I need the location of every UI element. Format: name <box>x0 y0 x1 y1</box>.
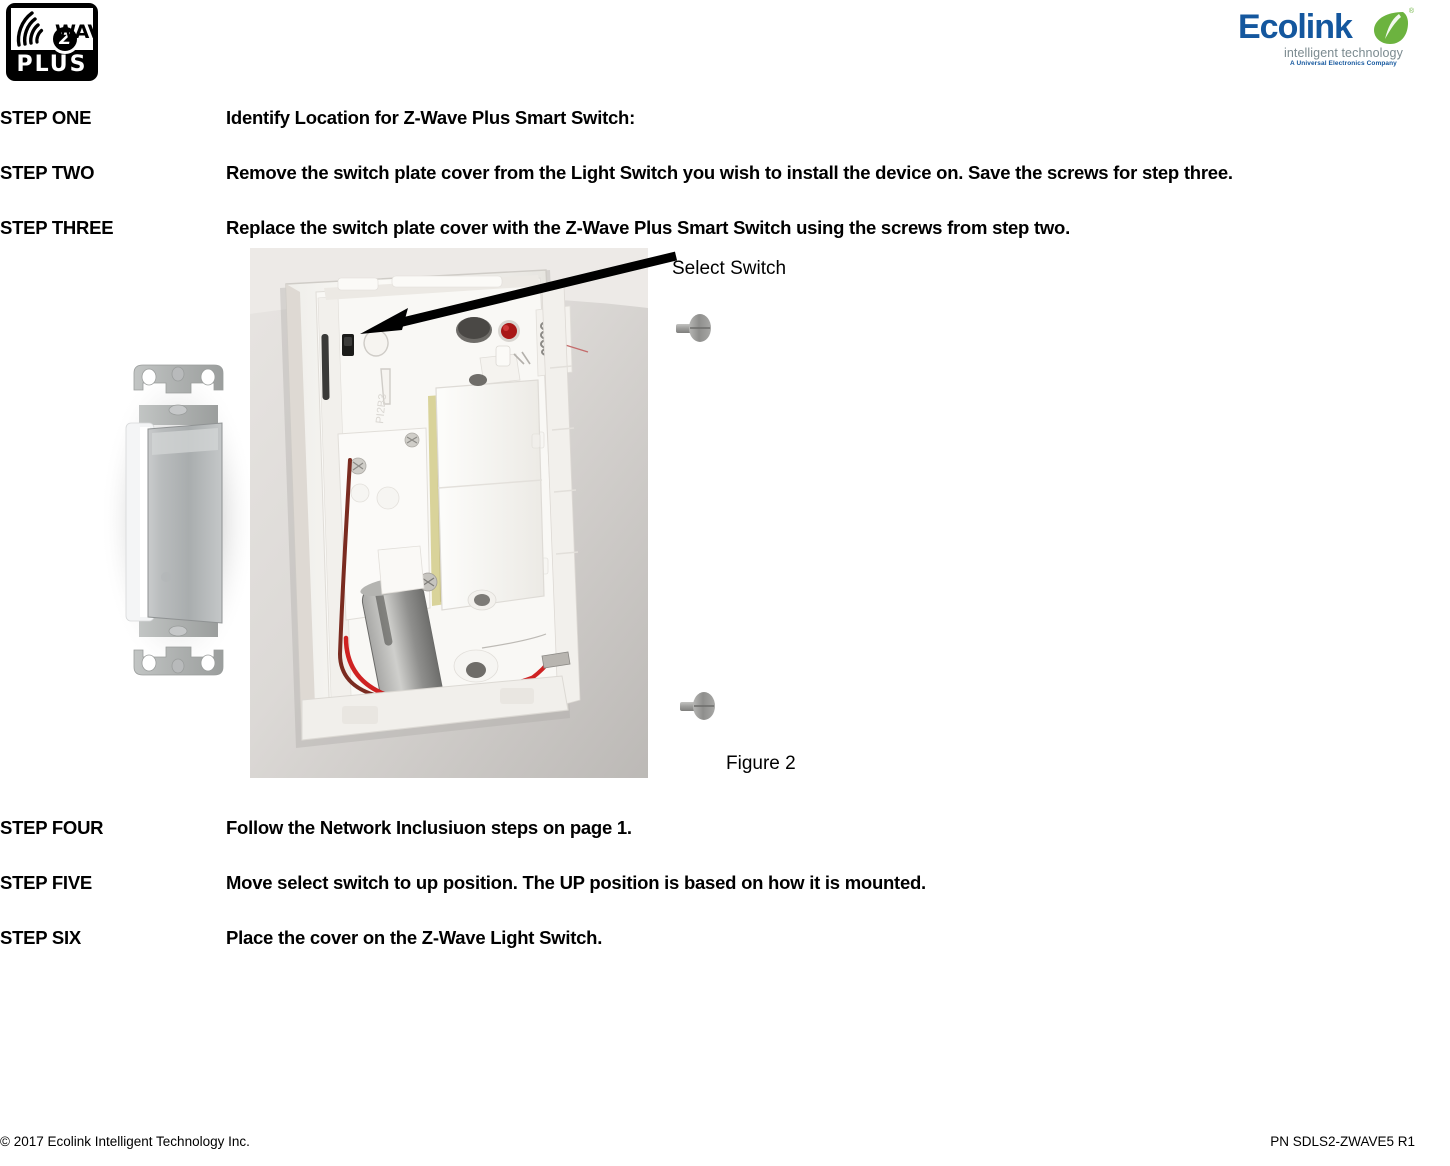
ecolink-logo: Ecolink ® intelligent technology A Unive… <box>1238 6 1414 68</box>
figure-caption: Figure 2 <box>726 753 796 774</box>
copyright-text: © 2017 Ecolink Intelligent Technology In… <box>0 1134 250 1149</box>
ecolink-tagline: intelligent technology <box>1284 46 1403 60</box>
zwave-wave-text: WAVE <box>55 21 98 43</box>
green-leaf-icon <box>1374 12 1408 44</box>
ecolink-subline: A Universal Electronics Company <box>1290 60 1397 67</box>
registered-trademark-icon: ® <box>1408 8 1414 15</box>
step-one-description: Identify Location for Z-Wave Plus Smart … <box>226 107 635 128</box>
part-number-text: PN SDLS2-ZWAVE5 R1 <box>1270 1134 1415 1149</box>
step-four-label: STEP FOUR <box>0 817 104 838</box>
switch-cover-photo-svg: PI2B3 <box>250 248 648 778</box>
switch-cover-interior-photo: PI2B3 <box>250 248 648 778</box>
zwave-plus-logo: Z WAVE PLUS <box>6 3 98 81</box>
step-three-label: STEP THREE <box>0 217 114 238</box>
step-row-three: STEP THREE Replace the switch plate cove… <box>0 216 1450 242</box>
select-switch-annotation-label: Select Switch <box>672 258 787 279</box>
step-five-label: STEP FIVE <box>0 872 92 893</box>
step-two-description: Remove the switch plate cover from the L… <box>226 162 1233 183</box>
page-footer: © 2017 Ecolink Intelligent Technology In… <box>0 1134 1450 1156</box>
figure-two-area: PI2B3 Select Switch Figure 2 <box>0 240 1450 800</box>
decora-rocker-switch-image <box>100 360 256 680</box>
step-three-description: Replace the switch plate cover with the … <box>226 217 1070 238</box>
ecolink-wordmark: Ecolink <box>1238 8 1353 46</box>
screw-icon <box>676 314 711 342</box>
step-row-four: STEP FOUR Follow the Network Inclusiuon … <box>0 816 1450 842</box>
page-header: Z WAVE PLUS Ecolink ® intelligent techno… <box>0 0 1450 96</box>
step-row-six: STEP SIX Place the cover on the Z-Wave L… <box>0 926 1450 952</box>
step-one-label: STEP ONE <box>0 107 92 128</box>
step-five-description: Move select switch to up position. The U… <box>226 872 926 893</box>
zwave-plus-text: PLUS <box>16 52 88 77</box>
screw-icon <box>680 692 715 720</box>
step-row-one: STEP ONE Identify Location for Z-Wave Pl… <box>0 106 1450 132</box>
step-two-label: STEP TWO <box>0 162 95 183</box>
step-six-description: Place the cover on the Z-Wave Light Swit… <box>226 927 603 948</box>
step-row-five: STEP FIVE Move select switch to up posit… <box>0 871 1450 897</box>
step-four-description: Follow the Network Inclusiuon steps on p… <box>226 817 632 838</box>
step-six-label: STEP SIX <box>0 927 81 948</box>
step-row-two: STEP TWO Remove the switch plate cover f… <box>0 161 1450 187</box>
